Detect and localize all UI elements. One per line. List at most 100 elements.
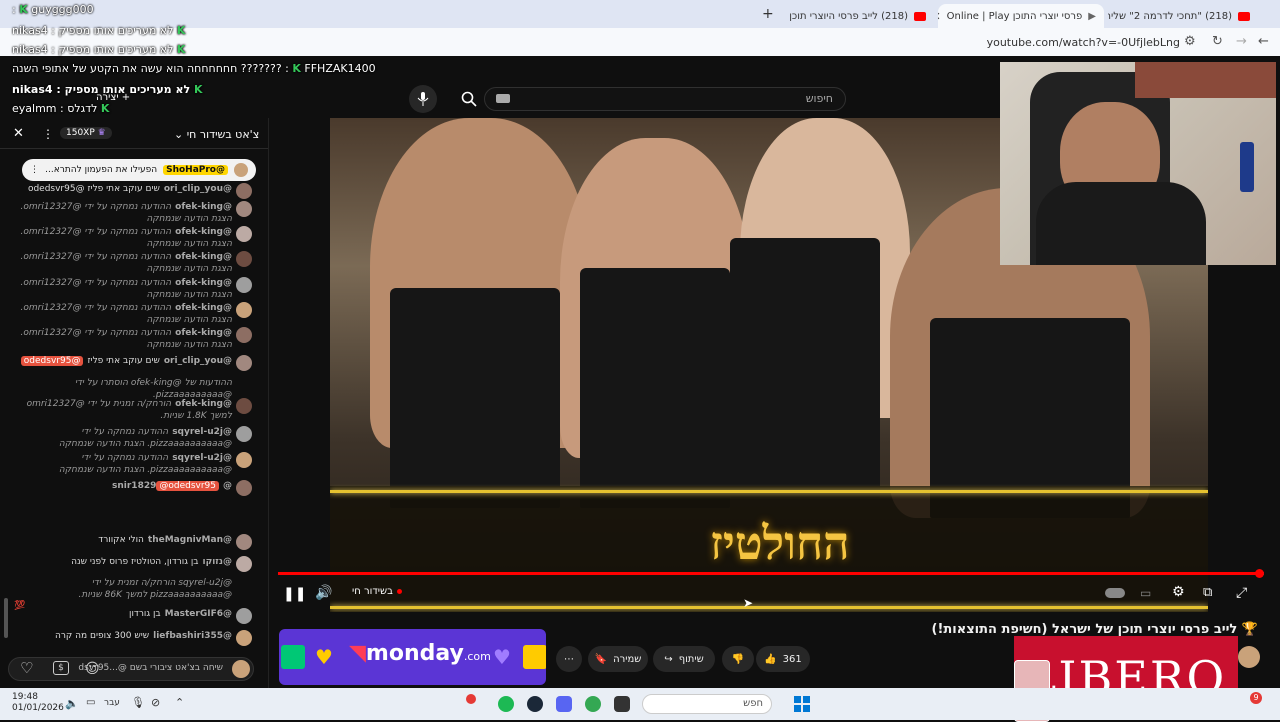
reload-icon[interactable]: ↻ (1212, 34, 1223, 49)
monday-ad[interactable]: ♥ ◥monday.com ♥ (279, 629, 546, 685)
chat-input[interactable]: שיחה בצ'אט ציבורי בשם @...dsvr95 (8, 657, 254, 681)
super-chat-icon[interactable]: $ (53, 661, 69, 675)
tab-close-icon[interactable]: ✕ (938, 10, 941, 23)
chat-author[interactable]: @ofek-king (175, 202, 232, 212)
keyboard-icon[interactable] (496, 94, 510, 103)
chat-message[interactable]: @MasterGIF6 בן גורדון (8, 608, 256, 624)
chat-message[interactable]: @liefbashiri355שיש 300 צופים מה קרה (8, 630, 256, 646)
chat-author[interactable]: @נזוקו (203, 557, 233, 567)
chat-author[interactable]: @sqyrel-u2j (172, 427, 232, 437)
avatar[interactable] (236, 183, 252, 199)
chat-mode-dropdown[interactable]: צ'אט בשידור חי ⌄ (174, 128, 259, 141)
clock[interactable]: 19:48 01/01/2026 (12, 692, 64, 714)
xp-badge[interactable]: 150XP ♛ (60, 127, 112, 139)
chat-message[interactable]: @sqyrel-u2jההודעה נמחקה על ידי @pizzaaaa… (8, 452, 256, 476)
more-actions-button[interactable]: ⋯ (556, 646, 582, 672)
chat-message[interactable]: @נזוקו בן גורדון, הטולטיז פרוס לפני שנה (8, 556, 256, 572)
chat-message[interactable]: @snir1829@odedsvr95 (8, 480, 256, 496)
avatar[interactable] (236, 608, 252, 624)
chat-message[interactable]: @sqyrel-u2jההודעה נמחקה על ידי @pizzaaaa… (8, 426, 256, 450)
like-button[interactable]: 👍 361 (756, 646, 810, 672)
wifi-off-icon[interactable]: ⊘ (151, 696, 160, 709)
chat-author[interactable]: @sqyrel-u2j (172, 453, 232, 463)
autoplay-toggle[interactable] (1105, 588, 1125, 598)
windows-start-icon[interactable] (794, 696, 810, 712)
avatar[interactable] (236, 355, 252, 371)
avatar[interactable] (236, 534, 252, 550)
chat-message[interactable]: @ofek-kingההודעה נמחקה על ידי @omri12327… (8, 226, 256, 250)
avatar[interactable] (236, 201, 252, 217)
back-icon[interactable]: ← (1258, 34, 1269, 49)
share-button[interactable]: ↪ שיתוף (653, 646, 715, 672)
chat-author[interactable]: @ori_clip_you (164, 184, 232, 194)
avatar[interactable] (236, 327, 252, 343)
heart-icon[interactable]: ♡ (20, 659, 33, 677)
miniplayer-icon[interactable]: ⧉ (1203, 585, 1212, 600)
search-input[interactable]: חיפוש (484, 87, 846, 111)
mention-tag[interactable]: @odedsvr95 (156, 481, 219, 491)
chrome-icon[interactable] (585, 696, 601, 712)
chat-author[interactable]: @ofek-king (175, 303, 232, 313)
avatar[interactable] (236, 277, 252, 293)
new-tab-icon[interactable]: + (762, 6, 774, 22)
chat-message[interactable]: @ofek-kingההודעה נמחקה על ידי @omri12327… (8, 302, 256, 326)
chat-author[interactable]: @liefbashiri355 (153, 631, 232, 641)
avatar[interactable] (236, 398, 252, 414)
pause-icon[interactable]: ❚❚ (283, 586, 306, 602)
url-field[interactable]: youtube.com/watch?v=-0UfjlebLng (987, 36, 1180, 49)
taskbar-search[interactable]: חפש (642, 694, 772, 714)
close-chat-icon[interactable]: ✕ (13, 126, 24, 141)
create-button[interactable]: + יצירה (96, 92, 130, 103)
chat-message[interactable]: @sqyrel-u2j הורחק/ה זמנית על ידי @pizzaa… (8, 577, 256, 601)
chat-scrollbar[interactable] (4, 598, 8, 638)
tab-close-icon[interactable]: ✕ (782, 10, 783, 23)
language-indicator[interactable]: עבר (104, 698, 120, 708)
steam-icon[interactable] (527, 696, 543, 712)
fullscreen-icon[interactable]: ⤢ (1236, 585, 1247, 601)
chevron-up-icon[interactable]: ⌃ (175, 696, 184, 709)
chat-author[interactable]: @ofek-king (175, 252, 232, 262)
avatar[interactable] (236, 302, 252, 318)
save-button[interactable]: 🔖 שמירה (588, 646, 648, 672)
chat-message[interactable]: @theMagnivMan הולי אקוורד (8, 534, 256, 550)
more-options-icon[interactable]: ⋮ (30, 165, 39, 175)
site-settings-icon[interactable]: ⚙ (1184, 34, 1196, 49)
avatar[interactable] (236, 426, 252, 442)
speaker-icon[interactable]: 🔈 (65, 697, 79, 710)
mention-tag[interactable]: @odedsvr95 (20, 356, 84, 366)
battery-icon[interactable]: ▭ (86, 697, 95, 708)
terminal-icon[interactable] (614, 696, 630, 712)
volume-icon[interactable]: 🔊 (315, 585, 332, 601)
chat-message[interactable]: @ori_clip_you שים עוקב אתי פליז @odedsvr9… (8, 183, 256, 199)
chat-message[interactable]: @ofek-kingההודעה נמחקה על ידי @omri12327… (8, 277, 256, 301)
chat-author[interactable]: @MasterGIF6 (165, 609, 232, 619)
live-indicator[interactable]: בשידור חי (352, 586, 402, 597)
chat-author[interactable]: @theMagnivMan (148, 535, 232, 545)
chat-message[interactable]: @ofek-kingההודעה נמחקה על ידי @omri12327… (8, 251, 256, 275)
subtitles-icon[interactable]: ▭ (1140, 586, 1151, 600)
avatar[interactable] (236, 226, 252, 242)
avatar[interactable] (236, 556, 252, 572)
microphone-icon[interactable]: 🎙 (131, 696, 145, 709)
progress-handle[interactable] (1255, 569, 1264, 578)
chat-author[interactable]: @ofek-king (175, 278, 232, 288)
chat-message[interactable]: @ofek-kingההודעה נמחקה על ידי @omri12327… (8, 201, 256, 225)
channel-avatar[interactable] (1238, 646, 1260, 668)
chat-author[interactable]: @ori_clip_you (164, 356, 232, 366)
chat-message[interactable]: @ofek-kingהורחק/ה זמנית על ידי @omri1232… (8, 398, 256, 422)
avatar[interactable] (236, 452, 252, 468)
browser-tab[interactable]: (218) לייב פרסי היוצרי תוכן ✕ (782, 4, 934, 28)
more-options-icon[interactable]: ⋮ (42, 127, 54, 141)
forward-icon[interactable]: → (1236, 34, 1247, 49)
settings-icon[interactable]: ⚙ (1172, 584, 1185, 600)
dislike-button[interactable]: 👎 (722, 646, 754, 672)
chat-author[interactable]: @ofek-king (175, 227, 232, 237)
avatar[interactable] (236, 630, 252, 646)
microphone-icon[interactable] (409, 85, 437, 113)
browser-tab[interactable]: (218) "תחכי לדרמה 2" שליח פי ✕ (1108, 4, 1258, 28)
browser-tab[interactable]: ▶ פרסי יוצרי התוכן Online | Play ✕ (938, 4, 1104, 28)
avatar[interactable] (236, 251, 252, 267)
avatar[interactable] (236, 480, 252, 496)
pinned-message[interactable]: @ShoHaPro הפעילו את הפעמון להתרא... ⋮ (22, 159, 256, 181)
chat-message[interactable]: @ofek-kingההודעה נמחקה על ידי @omri12327… (8, 327, 256, 351)
